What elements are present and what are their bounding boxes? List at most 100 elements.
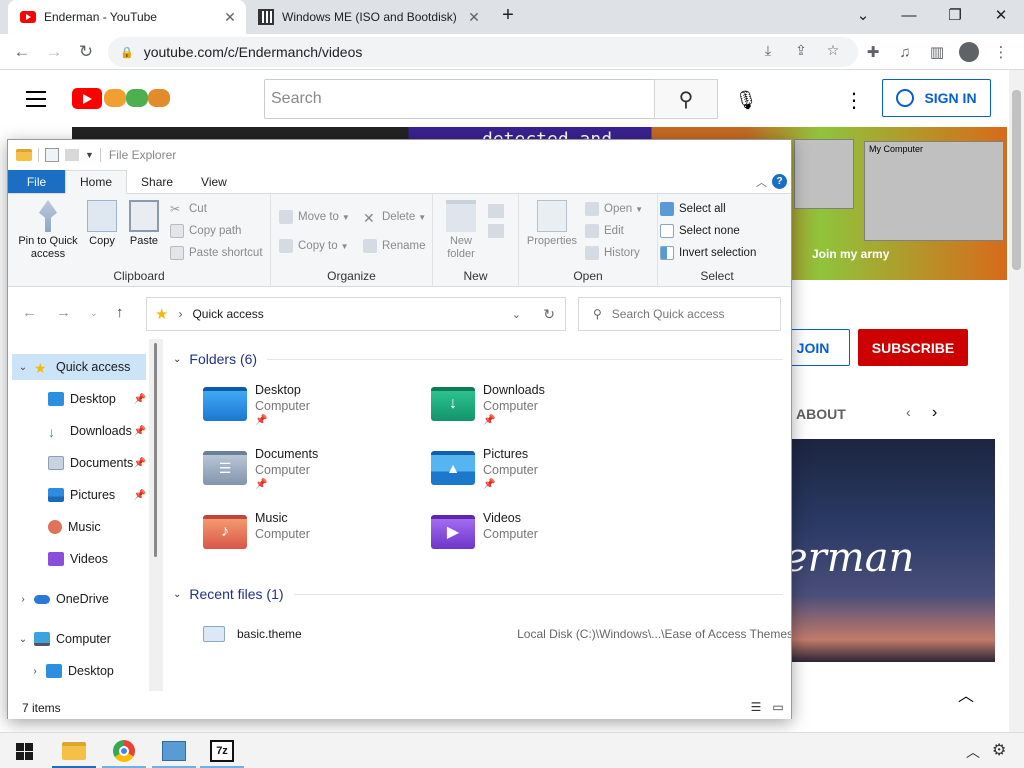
open-button[interactable]: Open ▼ bbox=[585, 202, 643, 216]
help-icon[interactable]: ? bbox=[772, 174, 787, 189]
restore-button[interactable]: ❐ bbox=[932, 0, 978, 30]
tab-file[interactable]: File bbox=[8, 170, 65, 193]
nav-item-desktop[interactable]: Desktop 📌 bbox=[12, 386, 146, 412]
forward-arrow-icon[interactable]: → bbox=[56, 304, 71, 321]
collapse-ribbon-icon[interactable]: ︿ bbox=[756, 174, 767, 190]
sign-in-button[interactable]: SIGN IN bbox=[882, 79, 991, 117]
breadcrumb-chevron-icon[interactable]: › bbox=[178, 307, 182, 321]
youtube-search-input[interactable]: Search bbox=[264, 79, 655, 119]
cut-button[interactable]: ✂ Cut bbox=[170, 202, 207, 216]
chrome-menu-icon[interactable]: ⋮ bbox=[990, 41, 1012, 63]
chevron-up-icon[interactable]: ︿ bbox=[958, 682, 974, 706]
folders-group-header[interactable]: ⌄ Folders (6) bbox=[173, 351, 783, 367]
tab-windows-me[interactable]: Windows ME (ISO and Bootdisk) ✕ bbox=[252, 0, 490, 34]
properties-qat-icon[interactable] bbox=[45, 148, 59, 162]
select-none-button[interactable]: Select none bbox=[660, 224, 740, 238]
move-to-button[interactable]: Move to ▼ bbox=[279, 210, 350, 224]
tab-home[interactable]: Home bbox=[65, 170, 128, 194]
show-hidden-icons-chevron-icon[interactable]: ︿ bbox=[966, 742, 980, 762]
nav-item-music[interactable]: Music bbox=[12, 514, 146, 540]
pin-to-quick-access-button[interactable]: Pin to Quick access bbox=[14, 200, 82, 261]
tab-enderman-youtube[interactable]: Enderman - YouTube ✕ bbox=[8, 0, 246, 34]
hamburger-menu-icon[interactable] bbox=[26, 91, 46, 112]
nav-item-computer-desktop[interactable]: › Desktop bbox=[12, 658, 146, 684]
back-arrow-icon[interactable]: ← bbox=[8, 38, 36, 66]
new-folder-qat-icon[interactable] bbox=[65, 149, 79, 161]
recent-locations-icon[interactable]: ⌄ bbox=[90, 308, 98, 319]
navigation-scrollbar[interactable] bbox=[149, 339, 163, 691]
expander-icon[interactable]: › bbox=[28, 666, 42, 677]
forward-arrow-icon[interactable]: → bbox=[40, 38, 68, 66]
group-collapse-chevron-icon[interactable]: ⌄ bbox=[173, 589, 181, 600]
nav-item-pictures[interactable]: Pictures 📌 bbox=[12, 482, 146, 508]
chevron-right-icon[interactable]: › bbox=[932, 404, 937, 422]
back-arrow-icon[interactable]: ← bbox=[22, 304, 37, 321]
address-bar[interactable]: 🔒 youtube.com/c/Endermanch/videos bbox=[108, 37, 858, 67]
invert-selection-button[interactable]: Invert selection bbox=[660, 246, 756, 260]
up-arrow-icon[interactable]: ↑ bbox=[116, 304, 124, 321]
tab-close-icon[interactable]: ✕ bbox=[466, 9, 482, 26]
expander-icon[interactable]: ⌄ bbox=[16, 362, 30, 373]
properties-button[interactable]: Properties bbox=[525, 200, 579, 248]
group-collapse-chevron-icon[interactable]: ⌄ bbox=[173, 354, 181, 365]
folder-tile-pictures[interactable]: ▲ Pictures Computer 📌 bbox=[431, 447, 651, 507]
recent-file-row[interactable]: basic.theme Local Disk (C:)\Windows\...\… bbox=[203, 623, 791, 645]
paste-shortcut-button[interactable]: Paste shortcut bbox=[170, 246, 263, 260]
address-dropdown-icon[interactable]: ⌄ bbox=[512, 308, 521, 321]
recent-files-group-header[interactable]: ⌄ Recent files (1) bbox=[173, 586, 783, 602]
reload-icon[interactable]: ↻ bbox=[72, 38, 100, 66]
tab-about[interactable]: ABOUT bbox=[796, 406, 846, 422]
video-thumbnail[interactable]: erman bbox=[792, 439, 995, 662]
start-button[interactable] bbox=[2, 736, 46, 766]
refresh-icon[interactable]: ↻ bbox=[543, 306, 555, 323]
explorer-search-input[interactable]: ⚲ Search Quick access bbox=[578, 297, 781, 331]
new-item-icon[interactable] bbox=[488, 204, 504, 218]
large-icons-view-icon[interactable]: ▭ bbox=[771, 700, 785, 714]
settings-gear-icon[interactable]: ⚙ bbox=[992, 740, 1006, 760]
paste-button[interactable]: Paste bbox=[126, 200, 162, 248]
expander-icon[interactable]: ⌄ bbox=[16, 634, 30, 645]
bookmark-star-icon[interactable]: ☆ bbox=[823, 40, 843, 60]
rename-button[interactable]: Rename bbox=[363, 239, 425, 253]
expander-icon[interactable]: › bbox=[16, 594, 30, 605]
details-view-icon[interactable]: ☰ bbox=[749, 700, 763, 714]
copy-to-button[interactable]: Copy to ▼ bbox=[279, 239, 349, 253]
easy-access-icon[interactable] bbox=[488, 224, 504, 238]
side-panel-icon[interactable]: ▥ bbox=[926, 41, 948, 63]
settings-more-icon[interactable]: ⋮ bbox=[842, 86, 866, 114]
nav-item-computer[interactable]: ⌄ Computer bbox=[12, 626, 146, 652]
nav-item-downloads[interactable]: ↓ Downloads 📌 bbox=[12, 418, 146, 444]
breadcrumb[interactable]: Quick access bbox=[192, 307, 263, 321]
extensions-puzzle-icon[interactable]: ✚ bbox=[862, 41, 884, 63]
page-scrollbar[interactable] bbox=[1009, 70, 1024, 732]
new-tab-button[interactable]: + bbox=[492, 0, 524, 30]
new-folder-button[interactable]: New folder bbox=[443, 200, 479, 261]
taskbar-control-panel[interactable] bbox=[152, 736, 196, 768]
taskbar-7zip[interactable]: 7z bbox=[200, 736, 244, 768]
tab-view[interactable]: View bbox=[187, 170, 241, 193]
folder-tile-desktop[interactable]: Desktop Computer 📌 bbox=[203, 383, 423, 443]
subscribe-button[interactable]: SUBSCRIBE bbox=[858, 329, 968, 366]
qat-dropdown-icon[interactable]: ▼ bbox=[85, 150, 94, 160]
folder-tile-music[interactable]: ♪ Music Computer bbox=[203, 511, 423, 571]
close-window-button[interactable]: ✕ bbox=[978, 0, 1024, 30]
microphone-icon[interactable]: 🎙 bbox=[732, 86, 760, 114]
edit-button[interactable]: Edit bbox=[585, 224, 624, 238]
copy-path-button[interactable]: Copy path bbox=[170, 224, 241, 238]
nav-item-videos[interactable]: Videos bbox=[12, 546, 146, 572]
search-icon[interactable]: ⚲ bbox=[654, 79, 718, 119]
install-app-icon[interactable]: ⤓ bbox=[758, 40, 778, 60]
history-button[interactable]: History bbox=[585, 246, 640, 260]
tab-close-icon[interactable]: ✕ bbox=[222, 9, 238, 26]
nav-item-documents[interactable]: Documents 📌 bbox=[12, 450, 146, 476]
taskbar-chrome[interactable] bbox=[102, 736, 146, 768]
share-icon[interactable]: ⇪ bbox=[791, 40, 811, 60]
chevron-left-icon[interactable]: ‹ bbox=[906, 404, 911, 420]
youtube-logo-icon[interactable] bbox=[72, 88, 102, 109]
explorer-address-bar[interactable]: ★ › Quick access ⌄ ↻ bbox=[146, 297, 566, 331]
tab-search-button[interactable]: ⌄ bbox=[840, 0, 886, 30]
copy-button[interactable]: Copy bbox=[84, 200, 120, 248]
tab-share[interactable]: Share bbox=[127, 170, 187, 193]
taskbar-file-explorer[interactable] bbox=[52, 736, 96, 768]
folder-tile-downloads[interactable]: ↓ Downloads Computer 📌 bbox=[431, 383, 651, 443]
